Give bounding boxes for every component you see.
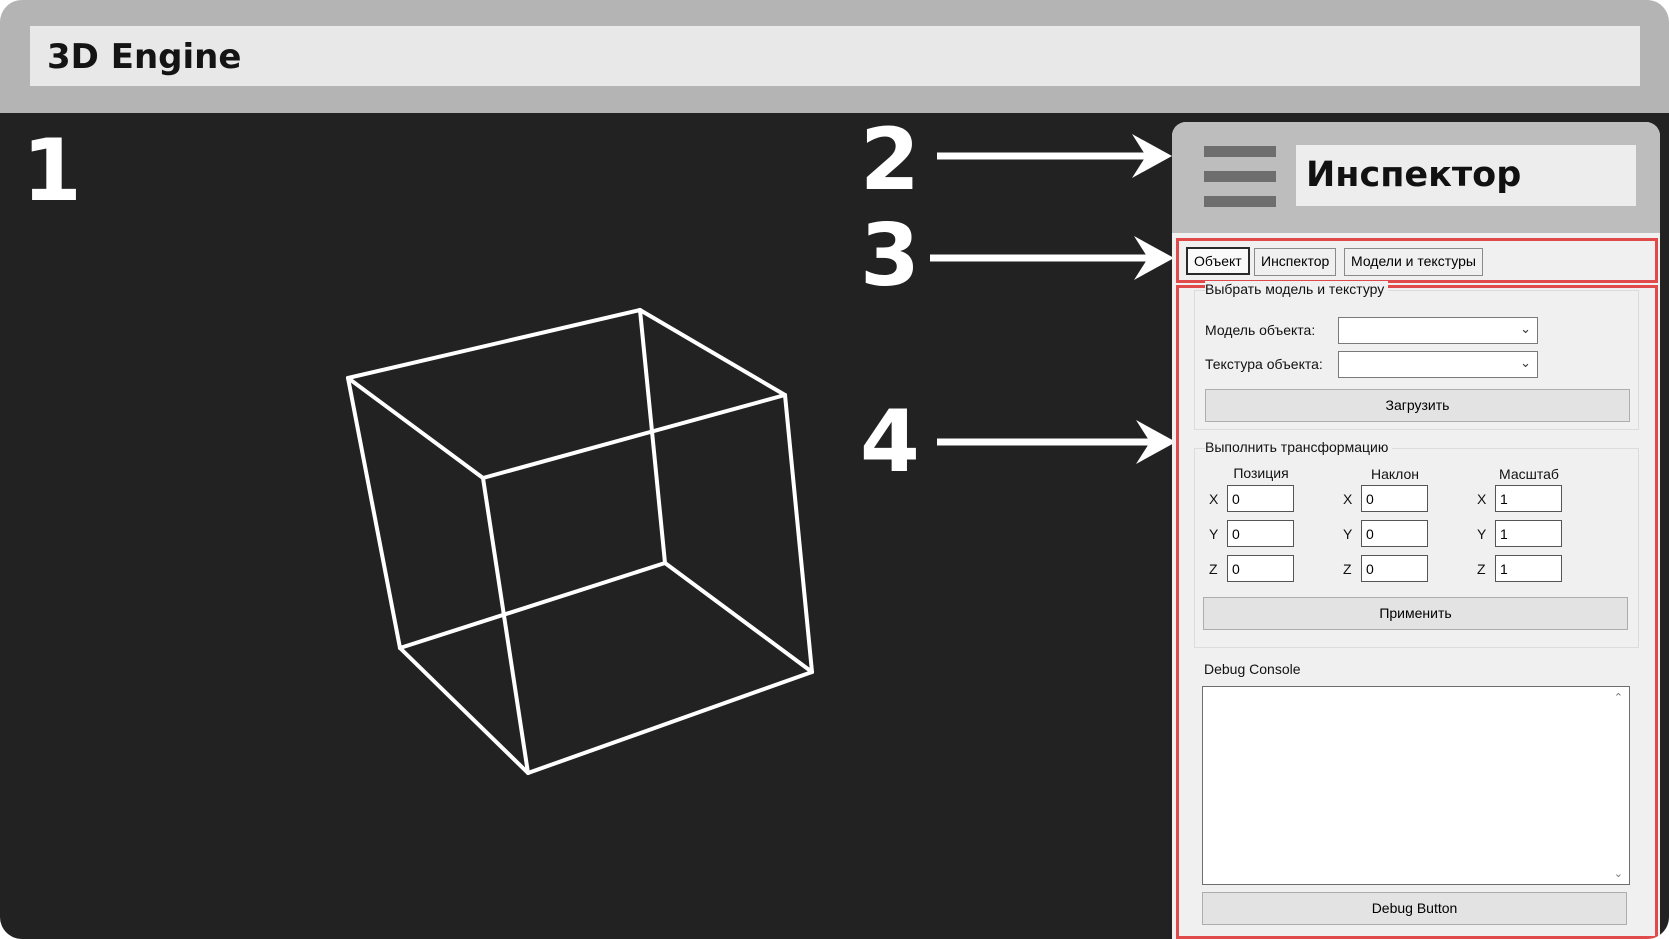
rotation-axis-y: Y bbox=[1343, 526, 1353, 542]
position-column-header: Позиция bbox=[1233, 465, 1289, 481]
callout-3: 3 bbox=[860, 206, 920, 306]
rotation-z-input[interactable] bbox=[1361, 555, 1428, 582]
cube-edge bbox=[481, 476, 530, 775]
cube-edge bbox=[638, 308, 787, 397]
cube-edge bbox=[663, 561, 814, 674]
transform-group: Выполнить трансформацию Позиция Наклон М… bbox=[1194, 439, 1639, 648]
hamburger-icon[interactable] bbox=[1204, 146, 1276, 208]
cube-wireframe bbox=[346, 308, 814, 775]
model-texture-group-title: Выбрать модель и текстуру bbox=[1205, 281, 1389, 297]
position-axis-y: Y bbox=[1209, 526, 1219, 542]
cube-edge bbox=[346, 376, 402, 650]
debug-console-title: Debug Console bbox=[1204, 661, 1305, 677]
scale-axis-z: Z bbox=[1477, 561, 1486, 577]
rotation-axis-z: Z bbox=[1343, 561, 1352, 577]
chevron-down-icon: ⌄ bbox=[1520, 321, 1531, 336]
tab-models-textures[interactable]: Модели и текстуры bbox=[1344, 248, 1483, 276]
inspector-title: Инспектор bbox=[1306, 155, 1522, 195]
callout-2: 2 bbox=[860, 110, 920, 210]
callout-1: 1 bbox=[22, 121, 82, 221]
cube-edge bbox=[346, 376, 485, 480]
scale-x-input[interactable] bbox=[1495, 485, 1562, 512]
model-texture-group: Выбрать модель и текстуру Модель объекта… bbox=[1194, 281, 1639, 430]
debug-button[interactable]: Debug Button bbox=[1202, 892, 1627, 925]
cube-edge bbox=[783, 393, 814, 674]
debug-console[interactable]: ⌃ ⌄ bbox=[1202, 686, 1630, 885]
inspector-title-box: Инспектор bbox=[1296, 145, 1636, 206]
position-y-input[interactable] bbox=[1227, 520, 1294, 547]
load-button[interactable]: Загрузить bbox=[1205, 389, 1630, 422]
model-label: Модель объекта: bbox=[1205, 322, 1316, 338]
title-bar: 3D Engine bbox=[30, 26, 1640, 86]
scale-axis-x: X bbox=[1477, 491, 1487, 507]
cube-edge bbox=[638, 308, 667, 565]
cube-edge bbox=[346, 308, 642, 380]
chevron-down-icon: ⌄ bbox=[1520, 355, 1531, 370]
inspector-header: Инспектор bbox=[1172, 122, 1660, 233]
rotation-column-header: Наклон bbox=[1370, 466, 1420, 482]
rotation-x-input[interactable] bbox=[1361, 485, 1428, 512]
rotation-axis-x: X bbox=[1343, 491, 1353, 507]
scale-axis-y: Y bbox=[1477, 526, 1487, 542]
position-x-input[interactable] bbox=[1227, 485, 1294, 512]
apply-button[interactable]: Применить bbox=[1203, 597, 1628, 630]
transform-group-title: Выполнить трансформацию bbox=[1205, 439, 1393, 455]
app-window: 3D Engine 1 2 3 4 Инспектор Объект Инспе… bbox=[0, 0, 1669, 939]
scale-y-input[interactable] bbox=[1495, 520, 1562, 547]
rotation-y-input[interactable] bbox=[1361, 520, 1428, 547]
position-z-input[interactable] bbox=[1227, 555, 1294, 582]
scale-z-input[interactable] bbox=[1495, 555, 1562, 582]
tab-inspector[interactable]: Инспектор bbox=[1254, 248, 1337, 276]
callout-4: 4 bbox=[860, 392, 920, 492]
tab-object[interactable]: Объект bbox=[1186, 247, 1250, 275]
cube-edge bbox=[398, 646, 530, 775]
texture-select[interactable]: ⌄ bbox=[1338, 351, 1538, 378]
scale-column-header: Масштаб bbox=[1499, 466, 1559, 482]
cube-edge bbox=[481, 393, 787, 480]
model-select[interactable]: ⌄ bbox=[1338, 317, 1538, 344]
position-axis-z: Z bbox=[1209, 561, 1218, 577]
scroll-down-icon[interactable]: ⌄ bbox=[1614, 867, 1623, 880]
scroll-up-icon[interactable]: ⌃ bbox=[1614, 691, 1623, 704]
texture-label: Текстура объекта: bbox=[1205, 356, 1323, 372]
cube-edge bbox=[398, 561, 667, 650]
cube-edge bbox=[526, 670, 814, 775]
position-axis-x: X bbox=[1209, 491, 1219, 507]
app-title: 3D Engine bbox=[47, 37, 242, 77]
inspector-panel: Инспектор Объект Инспектор Модели и текс… bbox=[1172, 122, 1660, 939]
